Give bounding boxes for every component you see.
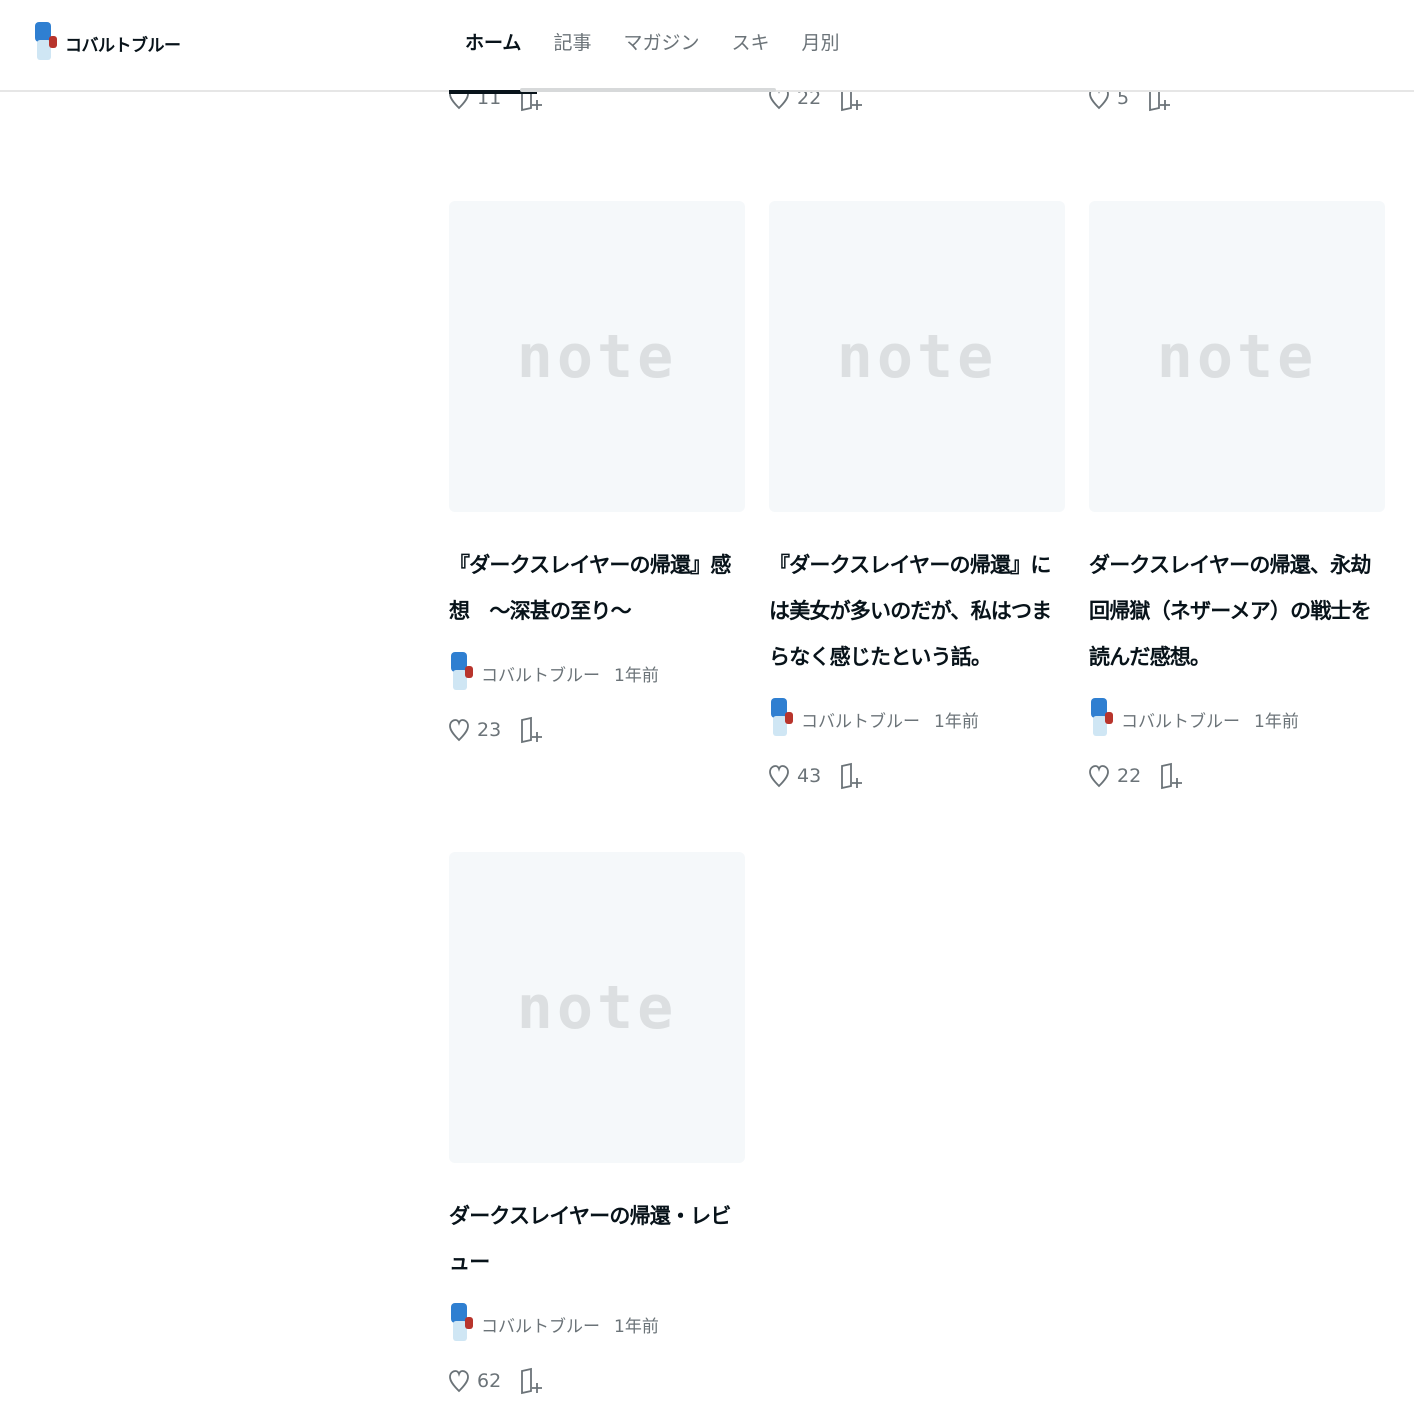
article-card[interactable]: note 『ダークスレイヤーの帰還』には美女が多いのだが、私はつまらなく感じたと… <box>769 201 1065 790</box>
tab-monthly[interactable]: 月別 <box>785 0 855 92</box>
tab-likes[interactable]: スキ <box>715 0 785 92</box>
creator-brand[interactable]: コバルトブルー <box>33 22 181 64</box>
article-thumbnail[interactable]: note <box>769 201 1065 512</box>
note-placeholder-logo: note <box>836 321 998 392</box>
creator-header: コバルトブルー ホーム 記事 マガジン スキ 月別 <box>0 0 1414 94</box>
magazine-add-icon <box>839 762 863 790</box>
add-to-magazine-button[interactable] <box>839 762 863 790</box>
article-thumbnail[interactable]: note <box>449 201 745 512</box>
article-meta: コバルトブルー 1年前 <box>449 1303 745 1345</box>
article-actions: 22 <box>1089 762 1385 790</box>
publish-time: 1年前 <box>614 665 659 686</box>
article-card[interactable]: note ダークスレイヤーの帰還、永劫回帰獄（ネザーメア）の戦士を読んだ感想。 … <box>1089 201 1385 790</box>
author-name[interactable]: コバルトブルー <box>481 1312 600 1337</box>
like-button[interactable]: 62 <box>449 1368 501 1394</box>
like-count: 43 <box>797 765 822 787</box>
magazine-add-icon <box>519 1367 543 1395</box>
author-name[interactable]: コバルトブルー <box>1121 707 1240 732</box>
creator-name[interactable]: コバルトブルー <box>65 31 181 56</box>
like-button[interactable]: 22 <box>1089 763 1141 789</box>
article-card[interactable]: note ダークスレイヤーの帰還・レビュー コバルトブルー 1年前 62 <box>449 852 745 1395</box>
article-meta: コバルトブルー 1年前 <box>769 698 1065 740</box>
note-placeholder-logo: note <box>516 321 678 392</box>
heart-icon <box>1089 763 1109 789</box>
heart-icon <box>449 1368 469 1394</box>
article-meta: コバルトブルー 1年前 <box>1089 698 1385 740</box>
author-avatar[interactable] <box>1089 698 1115 740</box>
like-count: 62 <box>477 1370 502 1392</box>
article-meta: コバルトブルー 1年前 <box>449 652 745 694</box>
author-avatar[interactable] <box>449 652 475 694</box>
article-thumbnail[interactable]: note <box>1089 201 1385 512</box>
add-to-magazine-button[interactable] <box>1159 762 1183 790</box>
note-placeholder-logo: note <box>1156 321 1318 392</box>
publish-time: 1年前 <box>934 711 979 732</box>
magazine-add-icon <box>519 716 543 744</box>
tabs-scrollbar[interactable] <box>520 88 776 92</box>
author-avatar[interactable] <box>449 1303 475 1345</box>
article-title[interactable]: 『ダークスレイヤーの帰還』感想 〜深甚の至り〜 <box>449 542 745 634</box>
like-count: 23 <box>477 719 502 741</box>
like-button[interactable]: 43 <box>769 763 821 789</box>
article-actions: 43 <box>769 762 1065 790</box>
article-title[interactable]: ダークスレイヤーの帰還・レビュー <box>449 1193 745 1285</box>
article-title[interactable]: 『ダークスレイヤーの帰還』には美女が多いのだが、私はつまらなく感じたという話。 <box>769 542 1065 680</box>
like-count: 22 <box>1117 765 1142 787</box>
like-button[interactable]: 23 <box>449 717 501 743</box>
article-actions: 62 <box>449 1367 745 1395</box>
tab-home[interactable]: ホーム <box>449 0 538 94</box>
add-to-magazine-button[interactable] <box>519 1367 543 1395</box>
author-name[interactable]: コバルトブルー <box>481 661 600 686</box>
add-to-magazine-button[interactable] <box>519 716 543 744</box>
article-actions: 23 <box>449 716 745 744</box>
author-name[interactable]: コバルトブルー <box>801 707 920 732</box>
tab-magazines[interactable]: マガジン <box>607 0 715 92</box>
magazine-add-icon <box>1159 762 1183 790</box>
publish-time: 1年前 <box>1254 711 1299 732</box>
author-avatar[interactable] <box>769 698 795 740</box>
heart-icon <box>449 717 469 743</box>
note-placeholder-logo: note <box>516 972 678 1043</box>
tab-articles[interactable]: 記事 <box>537 0 607 92</box>
heart-icon <box>769 763 789 789</box>
creator-avatar[interactable] <box>33 22 59 64</box>
creator-nav-tabs: ホーム 記事 マガジン スキ 月別 <box>449 0 856 94</box>
article-title[interactable]: ダークスレイヤーの帰還、永劫回帰獄（ネザーメア）の戦士を読んだ感想。 <box>1089 542 1385 680</box>
article-thumbnail[interactable]: note <box>449 852 745 1163</box>
article-card[interactable]: note 『ダークスレイヤーの帰還』感想 〜深甚の至り〜 コバルトブルー 1年前… <box>449 201 745 744</box>
publish-time: 1年前 <box>614 1316 659 1337</box>
